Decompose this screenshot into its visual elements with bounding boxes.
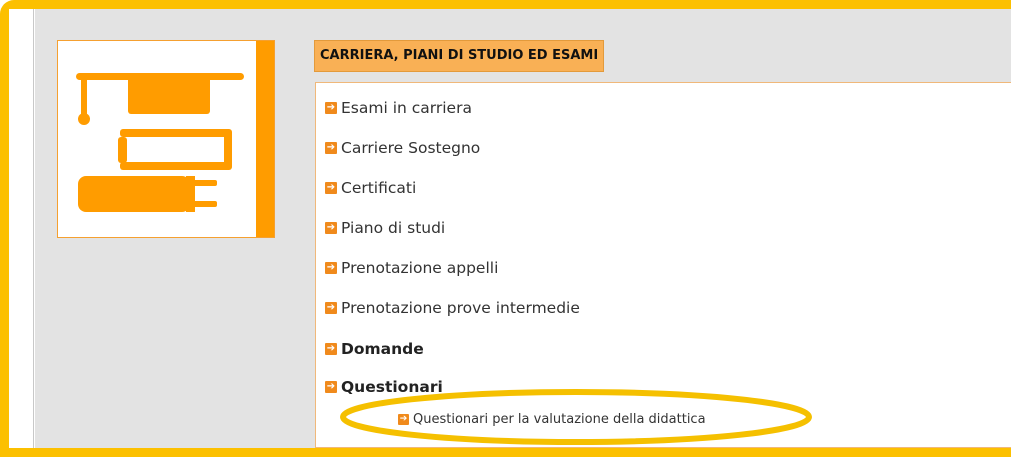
arrow-right-icon: ➔ <box>325 102 337 114</box>
menu-item-label: Piano di studi <box>341 219 446 237</box>
menu-item-label: Prenotazione appelli <box>341 259 499 277</box>
arrow-right-icon: ➔ <box>325 182 337 194</box>
menu-item-label: Prenotazione prove intermedie <box>341 299 580 317</box>
menu-item-certificati[interactable]: ➔ Certificati <box>325 177 416 199</box>
menu-item-label: Carriere Sostegno <box>341 139 481 157</box>
submenu-item-label: Questionari per la valutazione della did… <box>413 411 706 427</box>
arrow-right-icon: ➔ <box>325 343 337 355</box>
submenu-item-questionari-valutazione-didattica[interactable]: ➔ Questionari per la valutazione della d… <box>398 410 706 428</box>
graduation-books-icon <box>76 73 244 212</box>
menu-item-questionari[interactable]: ➔ Questionari <box>325 376 443 398</box>
frame-bottom-border <box>0 448 1011 457</box>
section-title: CARRIERA, PIANI DI STUDIO ED ESAMI <box>314 40 605 72</box>
arrow-right-icon: ➔ <box>325 142 337 154</box>
menu-item-prenotazione-appelli[interactable]: ➔ Prenotazione appelli <box>325 257 498 279</box>
icon-box-accent-bar <box>256 41 274 237</box>
left-sidebar-strip <box>9 9 35 448</box>
menu-item-domande[interactable]: ➔ Domande <box>325 338 424 360</box>
menu-panel: ➔ Esami in carriera ➔ Carriere Sostegno … <box>315 82 1011 448</box>
menu-item-esami-in-carriera[interactable]: ➔ Esami in carriera <box>325 97 472 119</box>
menu-item-piano-di-studi[interactable]: ➔ Piano di studi <box>325 217 445 239</box>
left-sidebar-divider <box>33 9 34 448</box>
arrow-right-icon: ➔ <box>325 302 337 314</box>
menu-item-label: Domande <box>341 340 424 358</box>
arrow-right-icon: ➔ <box>325 222 337 234</box>
arrow-right-icon: ➔ <box>325 262 337 274</box>
section-icon-box <box>57 40 275 238</box>
menu-item-prenotazione-prove-intermedie[interactable]: ➔ Prenotazione prove intermedie <box>325 297 580 319</box>
arrow-right-icon: ➔ <box>325 381 337 393</box>
menu-item-carriere-sostegno[interactable]: ➔ Carriere Sostegno <box>325 137 480 159</box>
arrow-right-icon: ➔ <box>398 413 409 425</box>
menu-item-label: Questionari <box>341 378 443 396</box>
menu-item-label: Certificati <box>341 179 417 197</box>
menu-item-label: Esami in carriera <box>341 99 472 117</box>
